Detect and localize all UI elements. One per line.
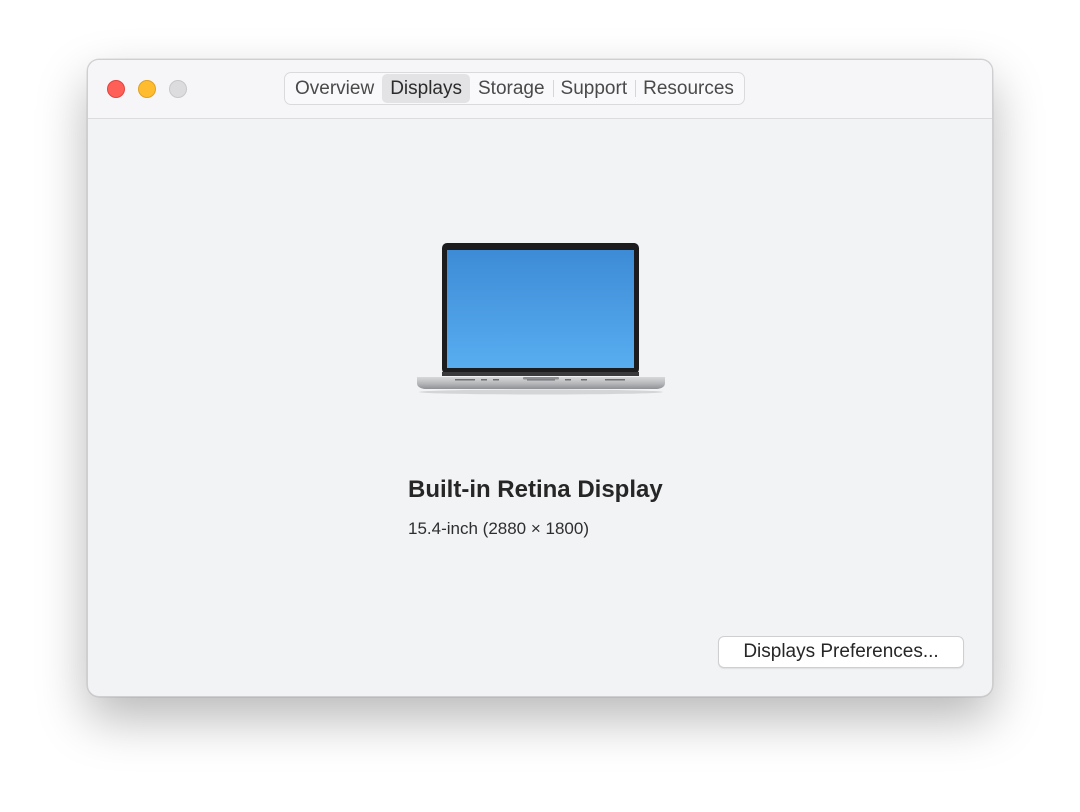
tab-overview[interactable]: Overview bbox=[287, 73, 382, 104]
tab-displays[interactable]: Displays bbox=[382, 74, 470, 103]
display-name: Built-in Retina Display bbox=[408, 476, 663, 503]
laptop-icon bbox=[415, 241, 667, 397]
close-button[interactable] bbox=[107, 80, 125, 98]
tab-bar: Overview Displays Storage Support Resour… bbox=[284, 72, 745, 105]
displays-preferences-button[interactable]: Displays Preferences... bbox=[718, 636, 964, 668]
title-bar: Overview Displays Storage Support Resour… bbox=[88, 60, 992, 119]
zoom-button[interactable] bbox=[169, 80, 187, 98]
about-this-mac-window: Overview Displays Storage Support Resour… bbox=[87, 59, 993, 697]
display-spec: 15.4-inch (2880 × 1800) bbox=[408, 519, 589, 538]
tab-storage[interactable]: Storage bbox=[470, 73, 553, 104]
tab-support[interactable]: Support bbox=[552, 73, 636, 104]
minimize-button[interactable] bbox=[138, 80, 156, 98]
tab-resources[interactable]: Resources bbox=[635, 73, 742, 104]
